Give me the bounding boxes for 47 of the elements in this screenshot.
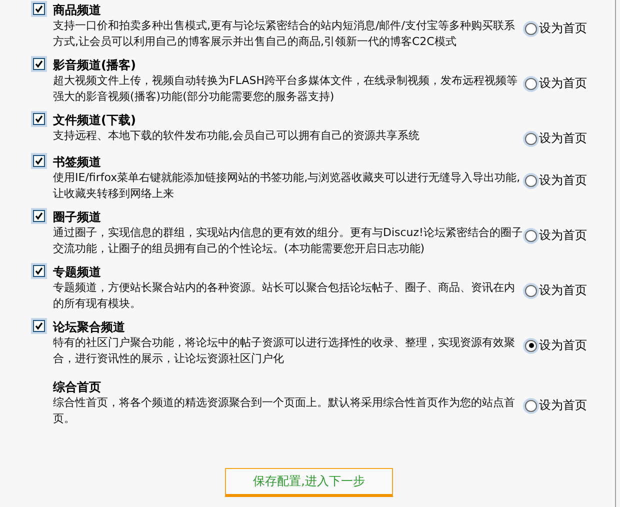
home-label: 设为首页: [539, 282, 587, 299]
home-label: 设为首页: [539, 397, 587, 414]
checkbox[interactable]: [33, 113, 45, 125]
channel-title: 书签频道: [53, 154, 102, 170]
check-icon: [35, 115, 43, 123]
check-icon: [35, 60, 43, 68]
home-label: 设为首页: [539, 75, 587, 92]
check-icon: [35, 267, 43, 275]
home-label: 设为首页: [539, 130, 587, 147]
channel-description: 使用IE/firfox菜单右键就能添加链接网站的书签功能,与浏览器收藏夹可以进行无缝导入导出功能,让收藏夹转移到网络上来: [53, 170, 522, 202]
check-icon: [35, 157, 43, 165]
channel-title: 论坛聚合频道: [53, 319, 126, 335]
channel-description: 综合性首页，将各个频道的精选资源聚合到一个页面上。默认将采用综合性首页作为您的站点首页。: [53, 395, 516, 427]
checkbox[interactable]: [33, 265, 45, 277]
home-label: 设为首页: [539, 20, 587, 37]
channel-description: 通过圈子，实现信息的群组，实现站内信息的更有效的组分。更有与Discuz!论坛紧密结合的圈子交流功能，让圈子的组员拥有自己的个性论坛。(本功能需要您开启日志功能): [53, 225, 523, 257]
home-label: 设为首页: [539, 337, 587, 354]
check-icon: [35, 322, 43, 330]
channel-title: 影音频道(播客): [53, 57, 137, 73]
check-icon: [35, 212, 43, 220]
home-radio[interactable]: [525, 400, 537, 412]
checkbox[interactable]: [33, 320, 45, 332]
checkbox[interactable]: [33, 155, 45, 167]
channel-description: 超大视频文件上传，视频自动转换为FLASH跨平台多媒体文件，在线录制视频，发布远程视频等强大的影音视频(播客)功能(部分功能需要您的服务器支持): [53, 73, 518, 105]
channel-title: 圈子频道: [53, 209, 102, 225]
home-radio[interactable]: [525, 230, 537, 242]
checkbox[interactable]: [33, 58, 45, 70]
channel-description: 支持远程、本地下载的软件发布功能,会员自己可以拥有自己的资源共享系统: [53, 128, 420, 144]
check-icon: [35, 5, 43, 13]
checkbox[interactable]: [33, 3, 45, 15]
home-radio[interactable]: [525, 132, 537, 144]
home-radio[interactable]: [525, 340, 537, 352]
home-label: 设为首页: [539, 227, 587, 244]
save-button[interactable]: 保存配置,进入下一步: [225, 468, 393, 497]
channel-title: 专题频道: [53, 264, 102, 280]
channel-title: 文件频道(下载): [53, 112, 137, 128]
channel-description: 特有的社区门户聚合功能，将论坛中的帖子资源可以进行选择性的收录、整理，实现资源有效聚合，进行资讯性的展示，让论坛资源社区门户化: [53, 335, 516, 367]
home-label: 设为首页: [539, 172, 587, 189]
home-radio[interactable]: [525, 78, 537, 90]
channel-description: 专题频道，方便站长聚合站内的各种资源。站长可以聚合包括论坛帖子、圈子、商品、资讯在内的所有现有模块。: [53, 280, 516, 312]
checkbox[interactable]: [33, 210, 45, 222]
channel-title: 商品频道: [53, 2, 102, 18]
channel-description: 支持一口价和拍卖多种出售模式,更有与论坛紧密结合的站内短消息/邮件/支付宝等多种购买联系方式,让会员可以利用自己的博客展示并出售自己的商品,引领新一代的博客C2C模式: [53, 18, 516, 50]
home-radio[interactable]: [525, 284, 537, 296]
channel-title: 综合首页: [53, 379, 102, 395]
home-radio[interactable]: [525, 22, 537, 34]
home-radio[interactable]: [525, 174, 537, 186]
